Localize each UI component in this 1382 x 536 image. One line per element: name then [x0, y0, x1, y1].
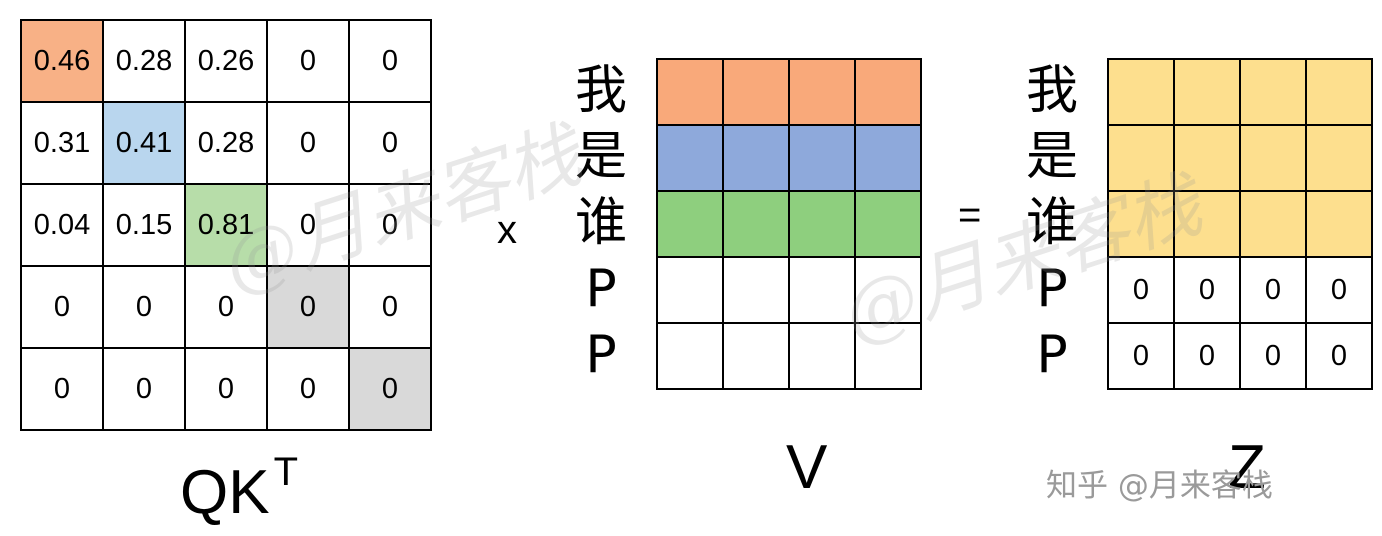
v-cell — [856, 192, 922, 258]
v-cell — [856, 324, 922, 390]
z-cell: 0 — [1175, 324, 1241, 390]
qk-cell: 0 — [350, 21, 432, 103]
qk-cell: 0 — [350, 185, 432, 267]
qk-cell: 0.28 — [104, 21, 186, 103]
v-cell — [856, 258, 922, 324]
z-cell — [1307, 126, 1373, 192]
v-cell — [790, 126, 856, 192]
z-cell: 0 — [1175, 258, 1241, 324]
multiply-operator: x — [497, 208, 517, 252]
z-cell — [1175, 192, 1241, 258]
z-cell — [1109, 126, 1175, 192]
z-cell: 0 — [1307, 258, 1373, 324]
z-cell — [1241, 126, 1307, 192]
v-cell — [724, 126, 790, 192]
qk-cell: 0 — [104, 267, 186, 349]
v-cell — [724, 324, 790, 390]
z-cell: 0 — [1241, 324, 1307, 390]
z-matrix: 00000000 — [1107, 58, 1373, 390]
z-cell — [1307, 192, 1373, 258]
qk-cell: 0.41 — [104, 103, 186, 185]
qk-label-text: QK — [180, 458, 270, 527]
z-cell: 0 — [1109, 324, 1175, 390]
qk-cell: 0 — [186, 349, 268, 431]
footer-watermark: 知乎 @月来客栈 — [1046, 468, 1273, 504]
z-cell — [1175, 126, 1241, 192]
qk-transpose-label: QK T — [180, 450, 298, 528]
v-cell — [724, 192, 790, 258]
qk-cell: 0.31 — [22, 103, 104, 185]
v-cell — [658, 192, 724, 258]
v-cell — [658, 324, 724, 390]
v-cell — [790, 324, 856, 390]
z-cell — [1241, 192, 1307, 258]
qk-cell: 0.15 — [104, 185, 186, 267]
token-label: 是 — [574, 127, 627, 187]
token-label: 谁 — [1025, 193, 1078, 253]
token-label: P — [585, 259, 617, 319]
v-matrix — [656, 58, 922, 390]
v-cell — [658, 126, 724, 192]
qk-cell: 0.28 — [186, 103, 268, 185]
z-cell — [1109, 60, 1175, 126]
v-cell — [724, 60, 790, 126]
v-cell — [856, 60, 922, 126]
qk-cell: 0 — [268, 267, 350, 349]
qk-transpose-matrix: 0.46 0.28 0.26 0 0 0.31 0.41 0.28 0 0 0.04 0.15 0.81… — [20, 19, 432, 431]
token-label: P — [1036, 325, 1068, 385]
qk-cell: 0 — [186, 267, 268, 349]
token-label: P — [1036, 259, 1068, 319]
z-cell — [1307, 60, 1373, 126]
z-cell: 0 — [1307, 324, 1373, 390]
qk-cell: 0 — [268, 185, 350, 267]
v-cell — [658, 258, 724, 324]
token-label: 我 — [1025, 61, 1078, 121]
qk-cell: 0 — [22, 349, 104, 431]
z-cell — [1109, 192, 1175, 258]
token-label: 我 — [574, 61, 627, 121]
v-cell — [658, 60, 724, 126]
qk-cell: 0.26 — [186, 21, 268, 103]
qk-cell: 0 — [268, 349, 350, 431]
v-row-labels: 我是谁PP — [571, 58, 631, 388]
z-cell: 0 — [1241, 258, 1307, 324]
z-row-labels: 我是谁PP — [1022, 58, 1082, 388]
qk-cell: 0.81 — [186, 185, 268, 267]
qk-cell: 0 — [268, 103, 350, 185]
v-cell — [790, 258, 856, 324]
z-cell — [1241, 60, 1307, 126]
v-cell — [856, 126, 922, 192]
qk-cell: 0 — [22, 267, 104, 349]
token-label: P — [585, 325, 617, 385]
equals-operator: = — [958, 193, 982, 237]
transpose-superscript: T — [273, 450, 299, 494]
z-cell — [1175, 60, 1241, 126]
qk-cell: 0 — [350, 103, 432, 185]
v-label: V — [786, 433, 828, 502]
qk-cell: 0.04 — [22, 185, 104, 267]
qk-cell: 0.46 — [22, 21, 104, 103]
token-label: 谁 — [574, 193, 627, 253]
v-cell — [790, 192, 856, 258]
qk-cell: 0 — [104, 349, 186, 431]
qk-cell: 0 — [350, 349, 432, 431]
qk-cell: 0 — [350, 267, 432, 349]
z-cell: 0 — [1109, 258, 1175, 324]
qk-cell: 0 — [268, 21, 350, 103]
v-cell — [790, 60, 856, 126]
token-label: 是 — [1025, 127, 1078, 187]
v-cell — [724, 258, 790, 324]
